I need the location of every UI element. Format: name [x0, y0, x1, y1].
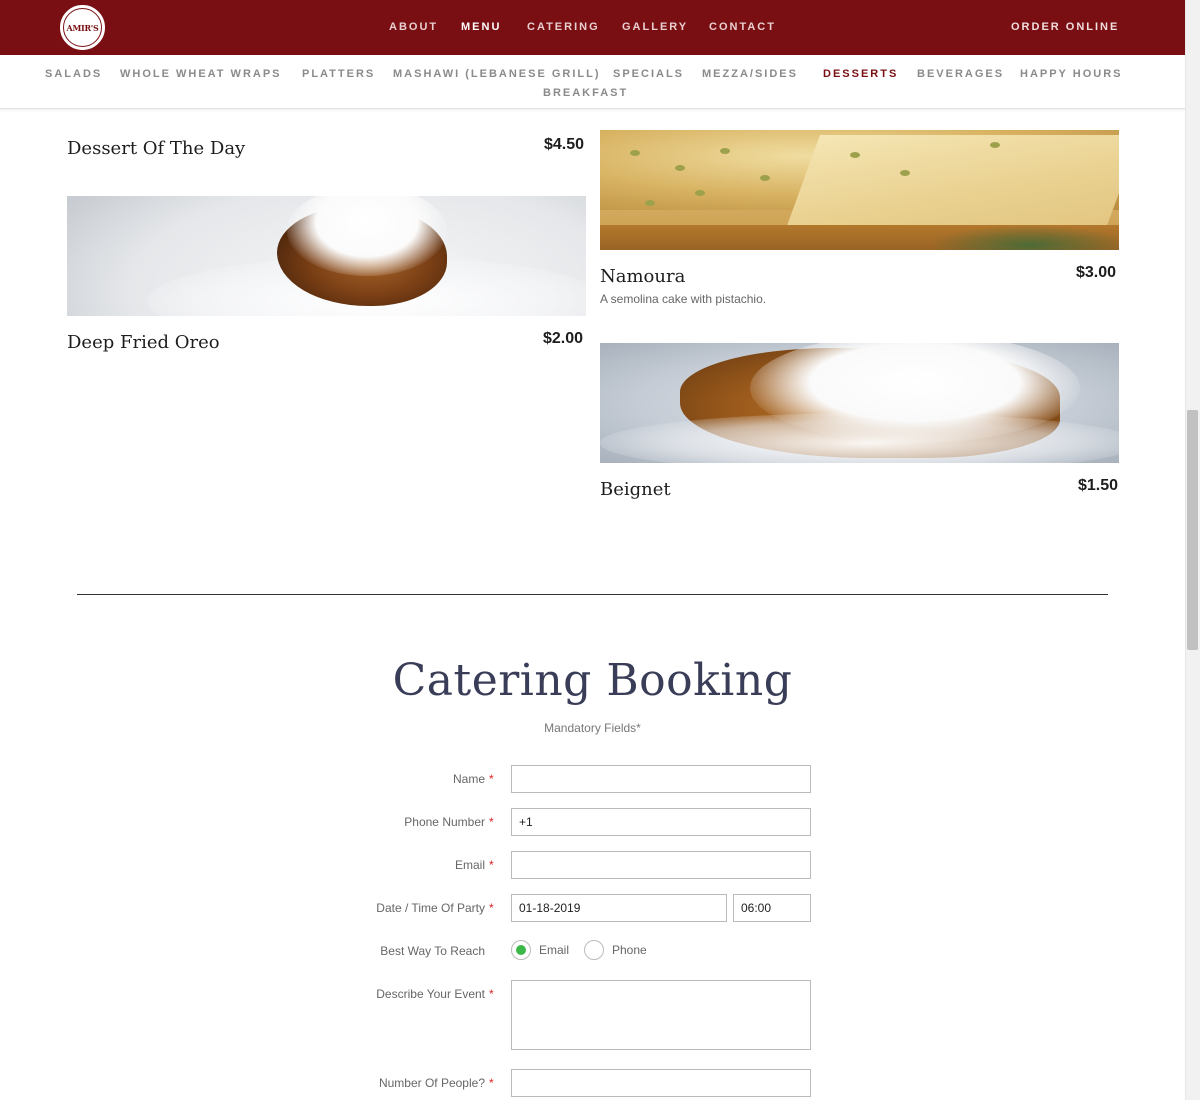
required-mark: *	[489, 858, 494, 872]
logo-text: AMIR'S	[63, 8, 102, 47]
email-label: Email	[454, 858, 485, 872]
menu-category-nav: SALADS WHOLE WHEAT WRAPS PLATTERS MASHAW…	[0, 55, 1185, 109]
category-beverages[interactable]: BEVERAGES	[917, 68, 1004, 80]
top-header: AMIR'S ABOUT MENU CATERING GALLERY CONTA…	[0, 0, 1185, 55]
scrollbar-thumb[interactable]	[1187, 410, 1198, 650]
category-mashawi[interactable]: MASHAWI (LEBANESE GRILL)	[393, 68, 601, 80]
reach-email-radio[interactable]	[511, 940, 531, 960]
describe-event-textarea[interactable]	[511, 980, 811, 1050]
nav-about[interactable]: ABOUT	[389, 21, 438, 33]
number-of-people-input[interactable]	[511, 1069, 811, 1097]
nav-menu[interactable]: MENU	[461, 21, 501, 33]
date-time-label: Date / Time Of Party	[376, 901, 485, 915]
party-date-input[interactable]	[511, 894, 727, 922]
item-name-beignet: Beignet	[600, 479, 671, 500]
name-input[interactable]	[511, 765, 811, 793]
item-name-namoura: Namoura	[600, 266, 686, 287]
item-price-namoura: $3.00	[1076, 264, 1117, 281]
required-mark: *	[489, 815, 494, 829]
category-platters[interactable]: PLATTERS	[302, 68, 375, 80]
category-whole-wheat-wraps[interactable]: WHOLE WHEAT WRAPS	[120, 68, 282, 80]
nav-catering[interactable]: CATERING	[527, 21, 600, 33]
mandatory-note: Mandatory Fields*	[544, 721, 641, 735]
reach-label: Best Way To Reach	[380, 944, 485, 958]
phone-label: Phone Number	[404, 815, 485, 829]
order-online-link[interactable]: ORDER ONLINE	[1011, 21, 1119, 33]
category-salads[interactable]: SALADS	[45, 68, 102, 80]
category-breakfast[interactable]: BREAKFAST	[543, 87, 628, 99]
section-divider	[77, 594, 1108, 595]
name-label: Name	[452, 772, 485, 786]
required-mark: *	[489, 901, 494, 915]
item-price-deep-fried-oreo: $2.00	[543, 330, 584, 347]
item-description-namoura: A semolina cake with pistachio.	[600, 292, 767, 306]
phone-input[interactable]	[511, 808, 811, 836]
namoura-photo	[600, 130, 1119, 250]
reach-phone-label: Phone	[612, 943, 647, 957]
category-mezza-sides[interactable]: MEZZA/SIDES	[702, 68, 798, 80]
catering-title: Catering Booking	[392, 655, 793, 706]
category-specials[interactable]: SPECIALS	[613, 68, 684, 80]
nav-contact[interactable]: CONTACT	[709, 21, 776, 33]
email-input[interactable]	[511, 851, 811, 879]
deep-fried-oreo-photo	[67, 196, 586, 316]
category-happy-hours[interactable]: HAPPY HOURS	[1020, 68, 1122, 80]
required-mark: *	[489, 1076, 494, 1090]
required-mark: *	[489, 772, 494, 786]
party-time-input[interactable]	[733, 894, 811, 922]
reach-email-label: Email	[539, 943, 570, 957]
beignet-photo	[600, 343, 1119, 463]
item-name-dessert-of-the-day: Dessert Of The Day	[67, 138, 246, 159]
item-price-beignet: $1.50	[1078, 477, 1119, 494]
reach-phone-radio[interactable]	[584, 940, 604, 960]
nav-gallery[interactable]: GALLERY	[622, 21, 688, 33]
required-mark: *	[489, 987, 494, 1001]
logo[interactable]: AMIR'S	[60, 5, 105, 50]
item-price-dessert-of-the-day: $4.50	[544, 136, 585, 153]
item-name-deep-fried-oreo: Deep Fried Oreo	[67, 332, 220, 353]
category-desserts[interactable]: DESSERTS	[823, 68, 898, 80]
people-label: Number Of People?	[378, 1076, 485, 1090]
describe-label: Describe Your Event	[376, 987, 485, 1001]
